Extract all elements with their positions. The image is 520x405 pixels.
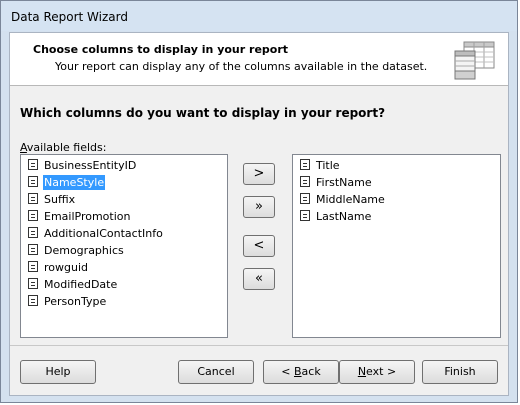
field-icon [28, 278, 38, 289]
available-fields-list[interactable]: BusinessEntityID NameStyle Suffix EmailP… [20, 154, 228, 338]
field-icon [28, 193, 38, 204]
header-subtitle: Your report can display any of the colum… [55, 60, 428, 73]
list-item[interactable]: ModifiedDate [21, 276, 227, 293]
field-icon [28, 244, 38, 255]
list-item[interactable]: Demographics [21, 242, 227, 259]
remove-field-button[interactable]: < [243, 235, 275, 257]
available-fields-label: Available fields: [20, 141, 107, 154]
list-item[interactable]: Title [293, 157, 500, 174]
field-icon [28, 159, 38, 170]
field-icon [300, 176, 310, 187]
finish-button[interactable]: Finish [422, 360, 498, 384]
back-button[interactable]: < Back [263, 360, 339, 384]
wizard-window: Data Report Wizard Choose columns to dis… [0, 0, 518, 403]
add-all-fields-button[interactable]: » [243, 196, 275, 218]
list-item[interactable]: EmailPromotion [21, 208, 227, 225]
list-item[interactable]: FirstName [293, 174, 500, 191]
columns-question: Which columns do you want to display in … [20, 106, 386, 120]
field-icon [28, 261, 38, 272]
window-title: Data Report Wizard [11, 10, 128, 24]
wizard-body: Choose columns to display in your report… [9, 32, 509, 396]
list-item[interactable]: PersonType [21, 293, 227, 310]
list-item[interactable]: BusinessEntityID [21, 157, 227, 174]
wizard-footer: Help Cancel < Back Next > Finish [10, 346, 508, 395]
list-item-selected[interactable]: NameStyle [21, 174, 227, 191]
list-item[interactable]: AdditionalContactInfo [21, 225, 227, 242]
list-item[interactable]: rowguid [21, 259, 227, 276]
cancel-button[interactable]: Cancel [178, 360, 254, 384]
list-item[interactable]: LastName [293, 208, 500, 225]
header-title: Choose columns to display in your report [33, 43, 289, 56]
selected-fields-list[interactable]: Title FirstName MiddleName LastName [292, 154, 501, 338]
help-button[interactable]: Help [20, 360, 96, 384]
field-icon [28, 227, 38, 238]
wizard-header: Choose columns to display in your report… [10, 33, 508, 86]
table-columns-icon [454, 41, 496, 81]
list-item[interactable]: MiddleName [293, 191, 500, 208]
next-button[interactable]: Next > [339, 360, 415, 384]
field-icon [28, 295, 38, 306]
field-icon [300, 210, 310, 221]
title-bar[interactable]: Data Report Wizard [1, 1, 517, 31]
field-icon [300, 193, 310, 204]
field-icon [28, 176, 38, 187]
add-field-button[interactable]: > [243, 163, 275, 185]
field-icon [28, 210, 38, 221]
list-item[interactable]: Suffix [21, 191, 227, 208]
field-icon [300, 159, 310, 170]
remove-all-fields-button[interactable]: « [243, 268, 275, 290]
